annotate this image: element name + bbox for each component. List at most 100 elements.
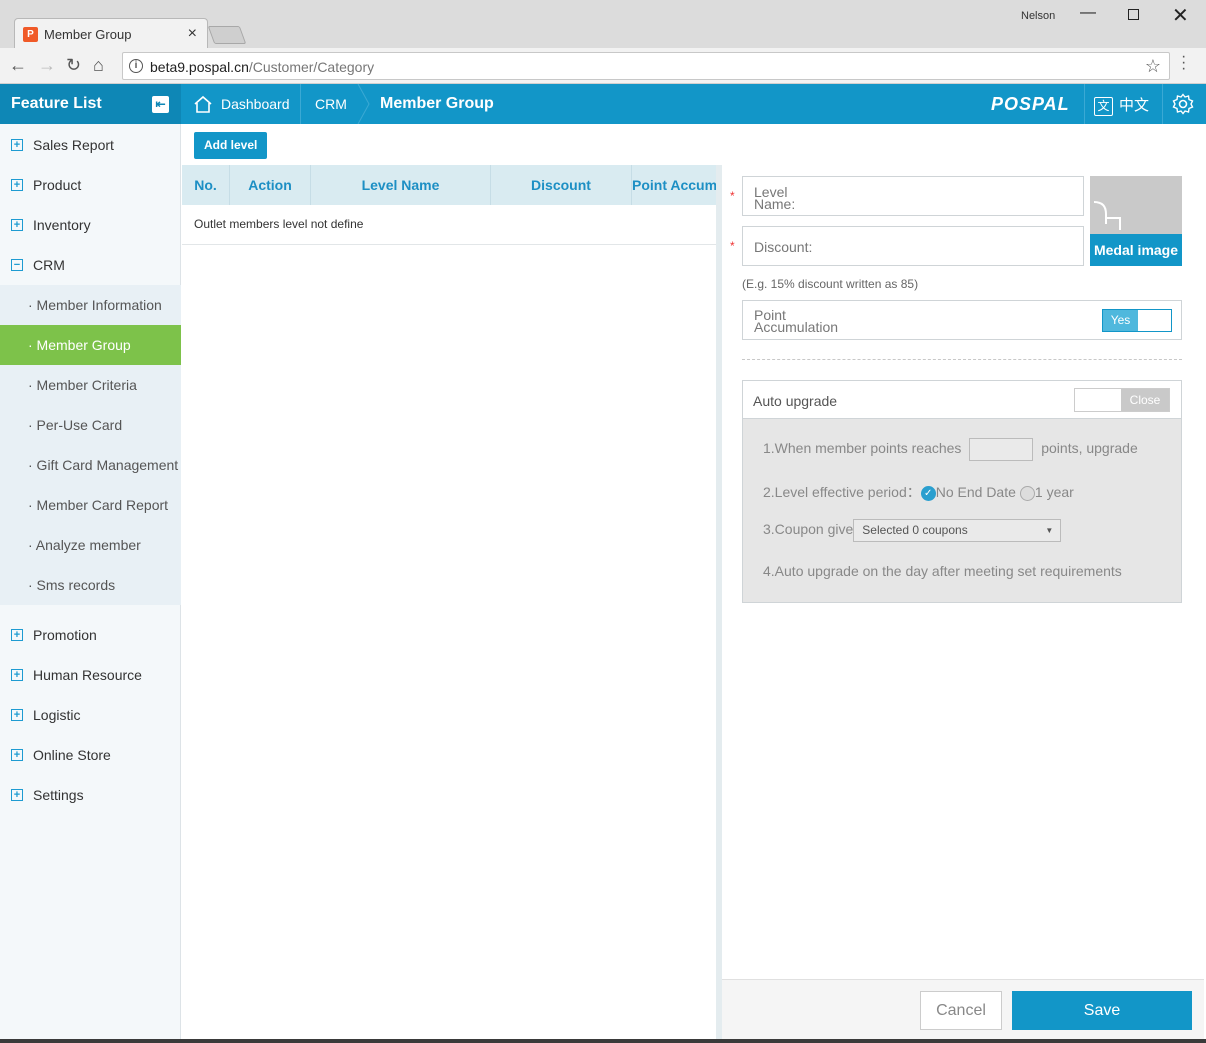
- column-header-discount[interactable]: Discount: [491, 165, 632, 205]
- discount-hint: (E.g. 15% discount written as 85): [742, 277, 919, 291]
- auto-upgrade-toggle[interactable]: Close: [1074, 388, 1170, 412]
- browser-tab[interactable]: P Member Group ×: [14, 18, 208, 48]
- sidebar-item-label: Product: [33, 177, 82, 193]
- header-divider: [1162, 84, 1163, 124]
- expand-icon: +: [11, 749, 23, 761]
- sidebar-item-member-group[interactable]: · Member Group: [0, 325, 181, 365]
- auto-upgrade-label: Auto upgrade: [753, 393, 838, 409]
- bookmark-star-icon[interactable]: ☆: [1145, 56, 1161, 77]
- sidebar-item-member-criteria[interactable]: · Member Criteria: [0, 365, 181, 405]
- sidebar-item-online-store[interactable]: + Online Store: [0, 735, 181, 775]
- tab-close-icon[interactable]: ×: [188, 25, 197, 43]
- rule-coupon-prefix: 3.Coupon give: [763, 521, 854, 538]
- sidebar-item-inventory[interactable]: + Inventory: [0, 205, 181, 245]
- collapse-sidebar-icon[interactable]: ⇤: [152, 96, 169, 113]
- sidebar-item-sales-report[interactable]: + Sales Report: [0, 125, 181, 165]
- sidebar-item-member-information[interactable]: · Member Information: [0, 285, 181, 325]
- browser-menu-icon[interactable]: · · ·: [1181, 49, 1186, 77]
- expand-icon: +: [11, 789, 23, 801]
- one-year-label[interactable]: 1 year: [1035, 484, 1074, 500]
- sidebar-item-label: Promotion: [33, 627, 97, 643]
- collapse-icon: −: [11, 259, 23, 271]
- sidebar-item-sms-records[interactable]: · Sms records: [0, 565, 181, 605]
- feature-list-header: Feature List ⇤: [0, 84, 181, 124]
- sidebar-item-gift-card-management[interactable]: · Gift Card Management: [0, 445, 181, 485]
- sidebar-item-per-use-card[interactable]: · Per-Use Card: [0, 405, 181, 445]
- required-marker: *: [730, 189, 735, 203]
- back-icon[interactable]: ←: [9, 55, 27, 76]
- gear-icon[interactable]: [1172, 93, 1194, 115]
- sidebar-item-logistic[interactable]: + Logistic: [0, 695, 181, 735]
- add-level-button[interactable]: Add level: [194, 132, 268, 159]
- expand-icon: +: [11, 709, 23, 721]
- feature-list-title: Feature List: [11, 95, 102, 112]
- save-button[interactable]: Save: [1012, 991, 1192, 1030]
- coupon-select[interactable]: Selected 0 coupons ▼: [853, 519, 1062, 542]
- page-title: Member Group: [380, 95, 494, 112]
- chevron-down-icon: ▼: [1045, 526, 1054, 535]
- rule-points-suffix: points, upgrade: [1041, 440, 1138, 457]
- level-name-field[interactable]: Level Name:: [742, 176, 1084, 216]
- radio-one-year[interactable]: [1019, 485, 1035, 501]
- window-close-icon[interactable]: ✕: [1172, 3, 1189, 28]
- language-label: 中文: [1119, 97, 1150, 114]
- url-host: beta9.pospal.cn: [150, 59, 249, 75]
- sidebar-item-crm[interactable]: − CRM: [0, 245, 181, 285]
- reload-icon[interactable]: ↻: [66, 55, 81, 76]
- sidebar-item-promotion[interactable]: + Promotion: [0, 615, 181, 655]
- auto-upgrade-header: Auto upgrade Close: [743, 381, 1181, 419]
- pospal-logo: POSPAL: [991, 94, 1070, 114]
- sidebar-item-settings[interactable]: + Settings: [0, 775, 181, 815]
- browser-user-name[interactable]: Nelson: [1021, 10, 1055, 22]
- expand-icon: +: [11, 669, 23, 681]
- window-border: [0, 1039, 1206, 1043]
- minimize-icon[interactable]: —: [1080, 4, 1096, 22]
- point-accumulation-row: Point Accumulation Yes: [742, 300, 1182, 340]
- cancel-button[interactable]: Cancel: [920, 991, 1002, 1030]
- info-icon[interactable]: i: [129, 59, 143, 73]
- level-name-label: Level Name:: [754, 184, 796, 212]
- sidebar-item-label: Human Resource: [33, 667, 142, 683]
- no-end-date-label[interactable]: No End Date: [936, 484, 1016, 500]
- pospal-favicon-icon: P: [23, 27, 38, 42]
- toggle-on-label: Yes: [1103, 310, 1138, 331]
- sidebar-item-member-card-report[interactable]: · Member Card Report: [0, 485, 181, 525]
- home-browser-icon[interactable]: ⌂: [93, 55, 104, 76]
- breadcrumb-crm[interactable]: CRM: [315, 84, 347, 124]
- sidebar-item-label: Logistic: [33, 707, 81, 723]
- expand-icon: +: [11, 139, 23, 151]
- expand-icon: +: [11, 179, 23, 191]
- language-switch[interactable]: 文中文: [1094, 94, 1149, 116]
- point-accumulation-toggle[interactable]: Yes: [1102, 309, 1172, 332]
- new-tab-button[interactable]: [207, 26, 247, 44]
- tab-title: Member Group: [44, 27, 132, 42]
- medal-image-upload[interactable]: Medal image: [1090, 176, 1182, 266]
- expand-icon: +: [11, 629, 23, 641]
- rule-period-prefix: 2.Level effective period：: [763, 484, 921, 500]
- column-header-point-accumulation[interactable]: Point Accumulation: [632, 165, 722, 205]
- sidebar-item-label: Settings: [33, 787, 84, 803]
- home-icon[interactable]: [193, 95, 213, 113]
- sidebar-item-product[interactable]: + Product: [0, 165, 181, 205]
- crm-submenu: · Member Information · Member Group · Me…: [0, 285, 181, 605]
- sidebar-item-analyze-member[interactable]: · Analyze member: [0, 525, 181, 565]
- maximize-icon[interactable]: [1128, 9, 1139, 20]
- rule-coupon: 3.Coupon give Selected 0 coupons ▼: [763, 519, 1062, 542]
- forward-icon[interactable]: →: [38, 55, 56, 76]
- column-header-action[interactable]: Action: [230, 165, 311, 205]
- discount-field[interactable]: Discount:: [742, 226, 1084, 266]
- column-header-no[interactable]: No.: [182, 165, 230, 205]
- browser-toolbar: ← → ↻ ⌂ i beta9.pospal.cn/Customer/Categ…: [0, 48, 1206, 84]
- sidebar-item-label: Sales Report: [33, 137, 114, 153]
- expand-icon: +: [11, 219, 23, 231]
- points-input[interactable]: [969, 438, 1034, 461]
- empty-table-message: Outlet members level not define: [182, 205, 722, 245]
- point-accumulation-label: Point Accumulation: [754, 307, 839, 335]
- column-header-level-name[interactable]: Level Name: [311, 165, 491, 205]
- sidebar-item-human-resource[interactable]: + Human Resource: [0, 655, 181, 695]
- rule-points-prefix: 1.When member points reaches: [763, 440, 962, 457]
- radio-no-end-date[interactable]: ✓: [920, 485, 936, 501]
- breadcrumb-dashboard[interactable]: Dashboard: [221, 84, 290, 124]
- sidebar-item-label: CRM: [33, 257, 65, 273]
- url-bar[interactable]: i beta9.pospal.cn/Customer/Category ☆: [122, 52, 1170, 80]
